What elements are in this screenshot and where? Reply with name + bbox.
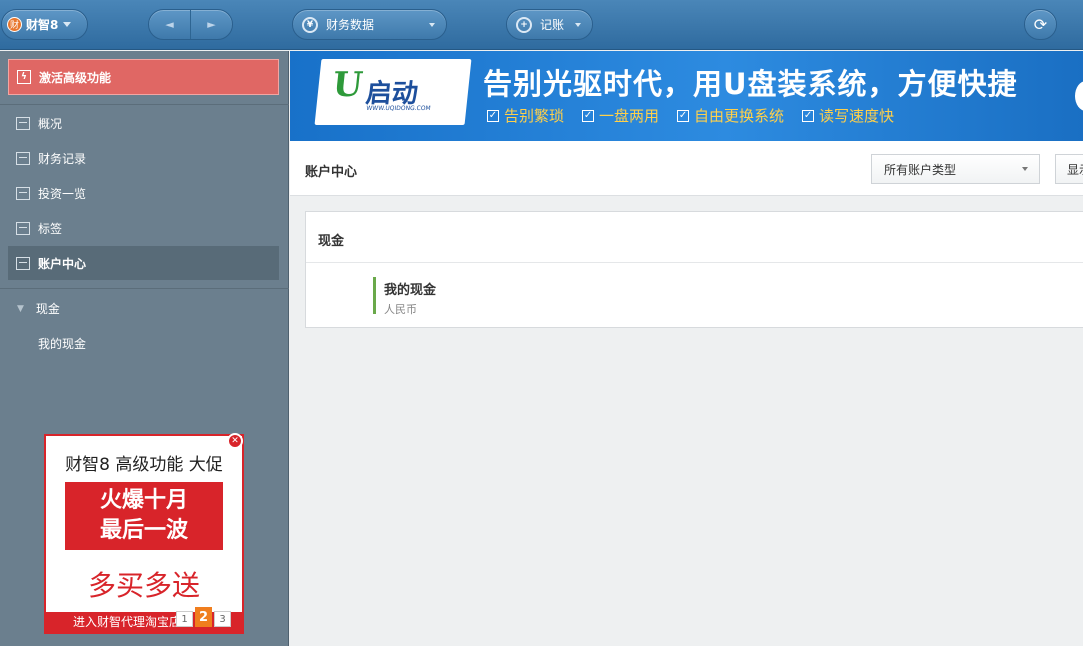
add-record-label: 记账 xyxy=(540,18,565,32)
account-type-value: 所有账户类型 xyxy=(884,162,957,177)
sidebar-item-label: 账户中心 xyxy=(38,256,87,271)
checkbox-icon: ✓ xyxy=(487,109,499,122)
ad-banner[interactable]: U 启动 WWW.UQIDONG.COM 告别光驱时代，用U盘装系统，方便快捷 … xyxy=(290,51,1083,141)
sidebar-item-label: 概况 xyxy=(38,116,63,131)
uqidong-logo: U 启动 WWW.UQIDONG.COM xyxy=(314,59,472,125)
sidebar-item-overview[interactable]: 概况 xyxy=(8,106,279,140)
promo-page-1[interactable]: 1 xyxy=(176,611,193,627)
promo-pager: 1 2 3 xyxy=(176,607,231,627)
arrow-right-icon: ► xyxy=(207,18,216,31)
promo-big-text: 多买多送 xyxy=(87,569,200,602)
refresh-button[interactable]: ⟳ xyxy=(1024,9,1057,40)
chart-icon xyxy=(16,186,30,200)
finance-data-menu[interactable]: ¥ 财务数据 xyxy=(292,9,447,40)
activate-premium-button[interactable]: ϟ 激活高级功能 xyxy=(8,59,279,95)
arrow-left-icon: ◄ xyxy=(165,18,174,31)
show-button[interactable]: 显示 xyxy=(1055,154,1083,184)
account-currency: 人民币 xyxy=(384,303,417,316)
sidebar-item-records[interactable]: 财务记录 xyxy=(8,141,279,175)
cash-panel: 现金 我的现金 人民币 xyxy=(305,211,1083,328)
forward-button[interactable]: ► xyxy=(191,10,232,39)
promo-highlight-box: 火爆十月 最后一波 xyxy=(65,482,223,550)
promo-page-3[interactable]: 3 xyxy=(214,611,231,627)
promo-line-1: 火爆十月 xyxy=(99,488,188,513)
checkbox-icon: ✓ xyxy=(802,109,815,122)
yen-icon: ¥ xyxy=(302,16,318,33)
refresh-icon: ⟳ xyxy=(1033,15,1048,34)
sidebar-divider xyxy=(0,104,289,105)
lightning-icon: ϟ xyxy=(17,70,31,84)
chevron-down-icon xyxy=(1022,167,1028,171)
chevron-down-icon xyxy=(63,22,72,27)
banner-feature: ✓ 读写速度快 xyxy=(802,107,895,125)
history-nav: ◄ ► xyxy=(148,9,233,40)
chevron-down-icon: ▼ xyxy=(17,303,24,314)
content-header: 账户中心 所有账户类型 显示 xyxy=(290,141,1083,196)
account-row[interactable]: 我的现金 人民币 xyxy=(373,277,437,316)
checkbox-icon: ✓ xyxy=(582,109,595,122)
banner-features: ✓ 告别繁琐 ✓ 一盘两用 ✓ 自由更换系统 ✓ 读写速度快 xyxy=(487,105,894,126)
brand-name: 财智8 xyxy=(26,18,59,32)
banner-feature: ✓ 自由更换系统 xyxy=(677,107,785,125)
sidebar-item-label: 标签 xyxy=(38,221,63,236)
account-name: 我的现金 xyxy=(384,283,437,298)
promo-title: 财智8 高级功能 大促 xyxy=(65,455,223,475)
brand-menu-button[interactable]: 财 财智8 xyxy=(1,9,88,40)
banner-feature: ✓ 一盘两用 xyxy=(582,107,660,125)
back-button[interactable]: ◄ xyxy=(149,10,190,39)
promo-page-2[interactable]: 2 xyxy=(195,607,212,627)
banner-edge-decoration xyxy=(1075,81,1083,111)
top-toolbar: 财 财智8 ◄ ► ¥ 财务数据 + 记账 ⟳ xyxy=(0,0,1083,50)
account-icon xyxy=(16,256,30,270)
chevron-down-icon xyxy=(575,22,581,27)
category-label: 现金 xyxy=(35,302,60,316)
banner-headline: 告别光驱时代，用U盘装系统，方便快捷 xyxy=(483,67,1018,101)
add-record-menu[interactable]: + 记账 xyxy=(506,9,593,40)
panel-title: 现金 xyxy=(318,234,345,249)
checkbox-icon: ✓ xyxy=(677,109,690,122)
promo-line-2: 最后一波 xyxy=(99,518,188,543)
sidebar-divider xyxy=(0,288,289,289)
panel-header: 现金 xyxy=(306,212,1083,263)
account-type-select[interactable]: 所有账户类型 xyxy=(871,154,1040,184)
sidebar-item-tags[interactable]: 标签 xyxy=(8,211,279,245)
chevron-down-icon xyxy=(429,22,435,27)
calendar-icon xyxy=(16,151,30,165)
activate-premium-label: 激活高级功能 xyxy=(39,70,112,85)
tag-icon xyxy=(16,221,30,235)
sidebar-item-investments[interactable]: 投资一览 xyxy=(8,176,279,210)
promo-ad[interactable]: 财智8 高级功能 大促 火爆十月 最后一波 多买多送 进入财智代理淘宝店 xyxy=(44,434,244,634)
sidebar-item-label: 投资一览 xyxy=(38,186,87,201)
sidebar-item-label: 财务记录 xyxy=(38,151,87,166)
brand-logo-icon: 财 xyxy=(7,17,22,32)
plus-icon: + xyxy=(516,16,532,33)
sidebar-item-my-cash[interactable]: 我的现金 xyxy=(38,335,86,352)
finance-data-label: 财务数据 xyxy=(326,18,375,32)
page-title: 账户中心 xyxy=(305,165,358,180)
banner-feature: ✓ 告别繁琐 xyxy=(487,107,565,125)
show-button-label: 显示 xyxy=(1067,162,1083,177)
category-cash[interactable]: ▼ 现金 xyxy=(17,300,60,317)
overview-icon xyxy=(16,116,30,130)
close-icon[interactable]: ✕ xyxy=(227,433,243,449)
sidebar-item-account-center[interactable]: 账户中心 xyxy=(8,246,279,280)
